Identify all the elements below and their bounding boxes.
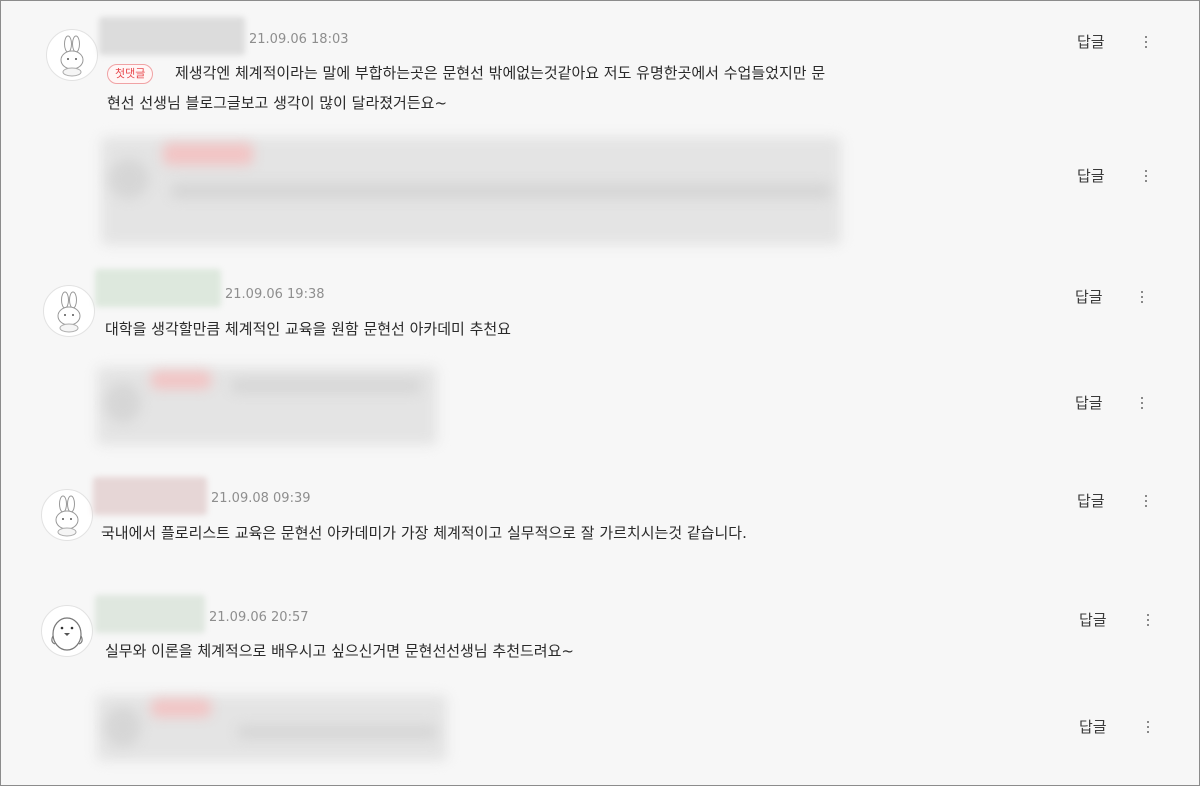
first-comment-badge: 첫댓글 bbox=[107, 64, 154, 84]
comment-text: 제생각엔 체계적이라는 말에 부합하는곳은 문현선 밖에없는것같아요 저도 유명… bbox=[175, 64, 826, 82]
author-nickname[interactable] bbox=[99, 17, 245, 55]
comment-list: 21.09.06 18:03 첫댓글 제생각엔 체계적이라는 말에 부합하는곳은… bbox=[0, 0, 1200, 786]
comment-date: 21.09.06 19:38 bbox=[225, 287, 325, 302]
reply-button[interactable]: 답글 bbox=[1079, 609, 1107, 630]
reply-button[interactable]: 답글 bbox=[1077, 490, 1105, 511]
more-vertical-icon[interactable] bbox=[1141, 611, 1155, 629]
rabbit-avatar-icon[interactable] bbox=[41, 489, 93, 541]
more-vertical-icon[interactable] bbox=[1139, 33, 1153, 51]
comment-date: 21.09.06 20:57 bbox=[209, 610, 309, 625]
more-vertical-icon[interactable] bbox=[1135, 288, 1149, 306]
comment-text: 현선 선생님 블로그글보고 생각이 많이 달라졌거든요~ bbox=[107, 94, 448, 112]
blurred-avatar bbox=[109, 159, 149, 199]
blurred-text bbox=[171, 183, 831, 199]
comment-date: 21.09.08 09:39 bbox=[211, 491, 311, 506]
more-vertical-icon[interactable] bbox=[1139, 492, 1153, 510]
blurred-nickname bbox=[151, 699, 211, 717]
reply-button[interactable]: 답글 bbox=[1075, 392, 1103, 413]
blurred-nickname bbox=[163, 143, 253, 165]
reply-button[interactable]: 답글 bbox=[1079, 716, 1107, 737]
reply-button[interactable]: 답글 bbox=[1077, 31, 1105, 52]
author-nickname[interactable] bbox=[95, 269, 221, 307]
reply-button[interactable]: 답글 bbox=[1077, 165, 1105, 186]
rabbit-avatar-icon[interactable] bbox=[46, 29, 98, 81]
comment-text: 국내에서 플로리스트 교육은 문현선 아카데미가 가장 체계적이고 실무적으로 … bbox=[101, 524, 747, 542]
comment-text: 실무와 이론을 체계적으로 배우시고 싶으신거면 문현선선생님 추천드려요~ bbox=[105, 642, 574, 660]
blurred-avatar bbox=[105, 707, 141, 747]
blurred-text bbox=[237, 725, 437, 739]
blurred-avatar bbox=[105, 383, 141, 423]
comment-text: 대학을 생각할만큼 체계적인 교육을 원함 문현선 아카데미 추천요 bbox=[105, 320, 511, 338]
comment-date: 21.09.06 18:03 bbox=[249, 32, 349, 47]
author-nickname[interactable] bbox=[95, 595, 205, 633]
blurred-nickname bbox=[151, 371, 211, 389]
reply-button[interactable]: 답글 bbox=[1075, 286, 1103, 307]
more-vertical-icon[interactable] bbox=[1139, 167, 1153, 185]
rabbit-avatar-icon[interactable] bbox=[43, 285, 95, 337]
blurred-text bbox=[231, 379, 421, 393]
more-vertical-icon[interactable] bbox=[1135, 394, 1149, 412]
more-vertical-icon[interactable] bbox=[1141, 718, 1155, 736]
penguin-avatar-icon[interactable] bbox=[41, 605, 93, 657]
author-nickname[interactable] bbox=[93, 477, 207, 515]
